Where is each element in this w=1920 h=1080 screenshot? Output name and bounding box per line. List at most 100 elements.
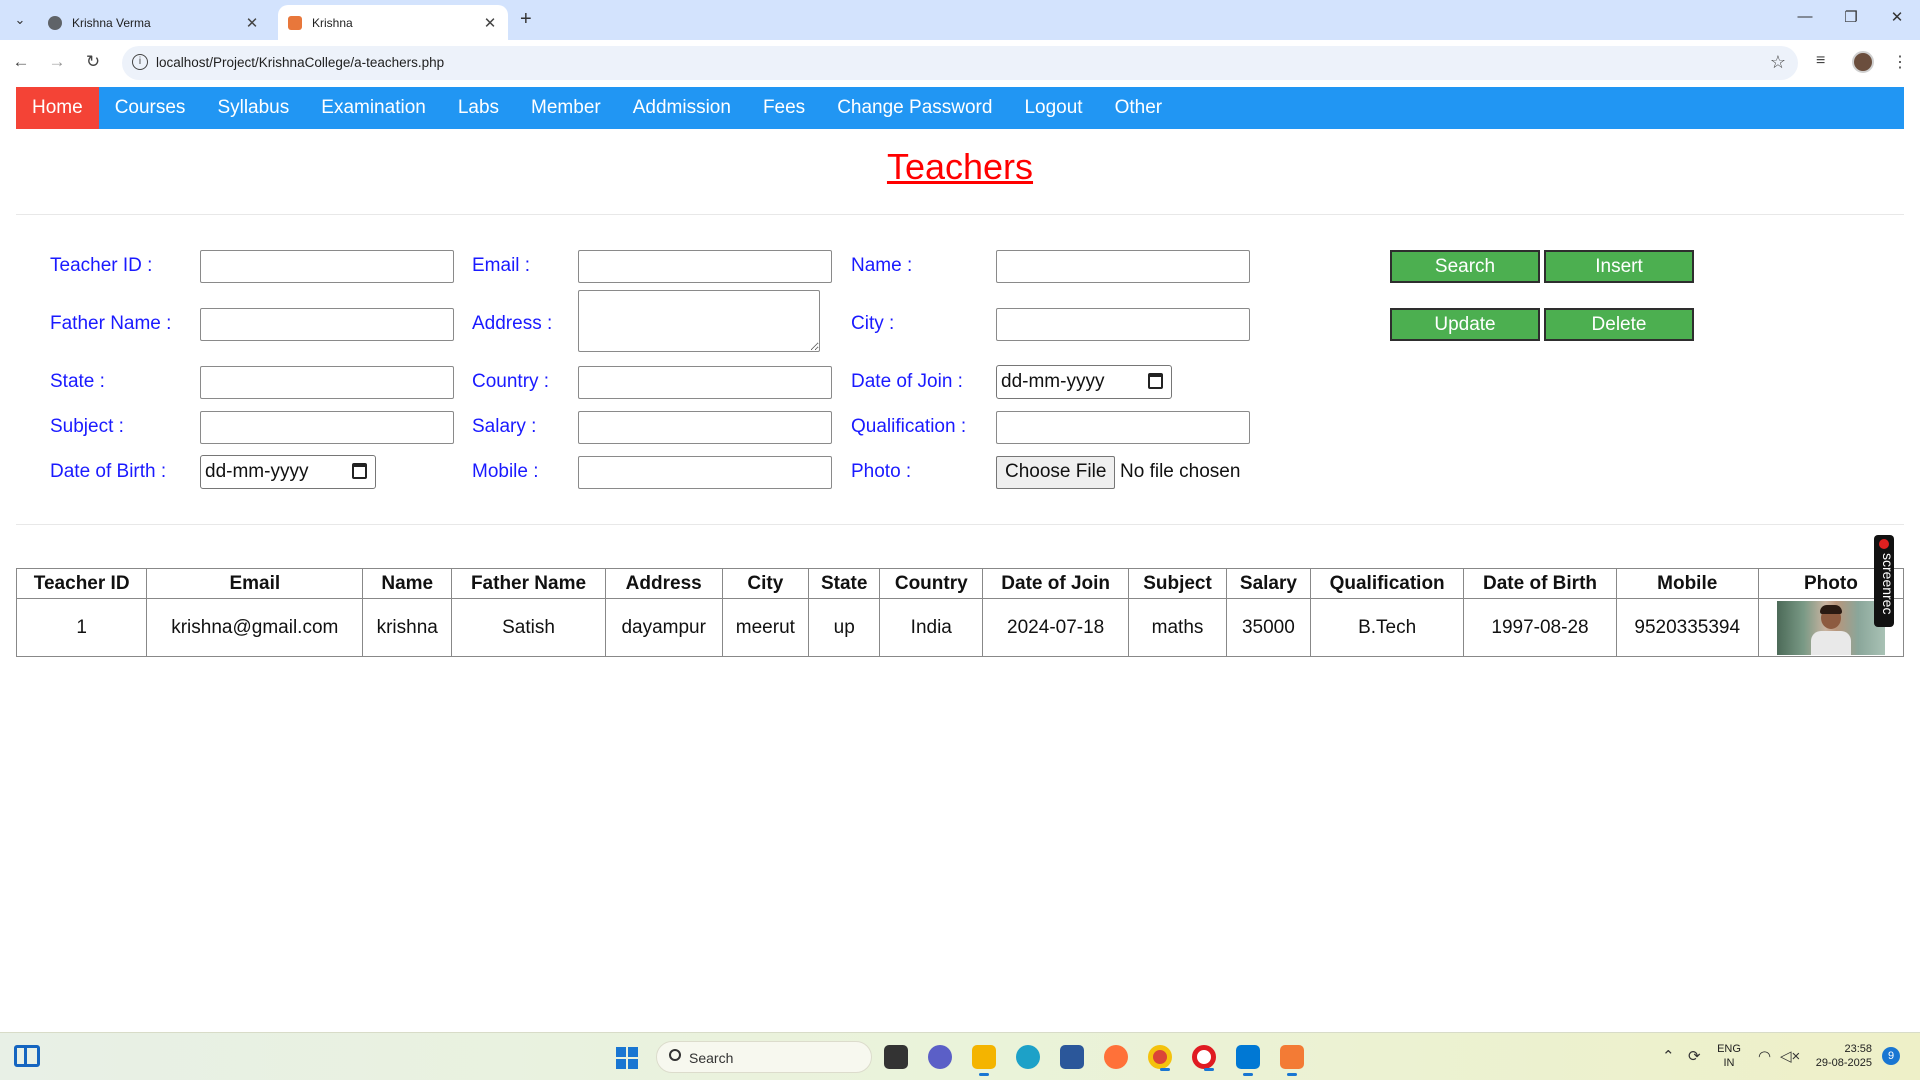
photo-person-body — [1810, 630, 1851, 655]
close-icon[interactable]: ✕ — [244, 14, 260, 32]
address-textarea[interactable] — [578, 290, 820, 352]
site-info-icon[interactable]: i — [132, 54, 148, 70]
cell-qualification: B.Tech — [1309, 598, 1465, 657]
screenrec-widget[interactable]: screenrec — [1874, 535, 1896, 627]
new-tab-plus-icon[interactable]: + — [520, 8, 532, 31]
opera-icon[interactable] — [1192, 1045, 1216, 1071]
cell-address: dayampur — [604, 598, 723, 657]
name-input[interactable] — [996, 250, 1250, 283]
state-input[interactable] — [200, 366, 454, 399]
teachers-table: Teacher ID Email Name Father Name Addres… — [15, 568, 1905, 657]
city-input[interactable] — [996, 308, 1250, 341]
insert-button[interactable]: Insert — [1544, 250, 1694, 283]
taskbar-search-box[interactable]: Search — [656, 1041, 872, 1073]
cell-date-of-join: 2024-07-18 — [982, 598, 1130, 657]
cell-father-name: Satish — [451, 598, 606, 657]
xampp-icon[interactable] — [1280, 1045, 1304, 1076]
notification-badge[interactable]: 9 — [1882, 1047, 1900, 1065]
address-bar[interactable]: i localhost/Project/KrishnaCollege/a-tea… — [122, 46, 1798, 80]
more-menu-icon[interactable]: ⋮ — [1892, 52, 1908, 72]
date-of-birth-input[interactable]: dd-mm-yyyy — [200, 455, 376, 489]
bookmark-star-icon[interactable]: ☆ — [1770, 52, 1786, 73]
date-of-join-input[interactable]: dd-mm-yyyy — [996, 365, 1172, 399]
father-name-label: Father Name : — [50, 313, 172, 334]
nav-home[interactable]: Home — [16, 87, 99, 129]
calendar-icon[interactable] — [1148, 373, 1163, 389]
cell-name: krishna — [362, 598, 453, 657]
widgets-icon[interactable] — [14, 1045, 40, 1067]
back-arrow-icon[interactable]: ← — [10, 52, 32, 72]
language-code[interactable]: ENG — [1716, 1043, 1742, 1055]
close-icon[interactable]: ✕ — [482, 14, 498, 32]
wifi-icon[interactable]: ◠ — [1758, 1047, 1771, 1065]
browser-tab-krishna[interactable]: Krishna ✕ — [278, 5, 508, 40]
column-header: Name — [362, 568, 453, 599]
media-control-icon[interactable]: ≡ — [1816, 52, 1825, 70]
edge-browser-icon[interactable] — [1016, 1045, 1040, 1069]
salary-label: Salary : — [472, 416, 537, 437]
nav-courses[interactable]: Courses — [99, 87, 202, 129]
teams-chat-icon[interactable] — [928, 1045, 952, 1069]
nav-change-password[interactable]: Change Password — [821, 87, 1008, 129]
nav-syllabus[interactable]: Syllabus — [201, 87, 305, 129]
column-header: State — [808, 568, 881, 599]
vscode-icon[interactable] — [1236, 1045, 1260, 1076]
email-input[interactable] — [578, 250, 832, 283]
teacher-id-input[interactable] — [200, 250, 454, 283]
chevron-up-icon[interactable]: ⌃ — [1662, 1047, 1675, 1065]
chrome-icon[interactable] — [1148, 1045, 1172, 1071]
choose-file-button[interactable]: Choose File — [996, 456, 1116, 489]
qualification-input[interactable] — [996, 411, 1250, 444]
search-button[interactable]: Search — [1390, 250, 1540, 283]
salary-input[interactable] — [578, 411, 832, 444]
firefox-icon[interactable] — [1104, 1045, 1128, 1069]
nav-addmission[interactable]: Addmission — [617, 87, 747, 129]
microsoft-store-icon[interactable] — [1060, 1045, 1084, 1069]
speaker-muted-icon[interactable]: ◁× — [1780, 1047, 1800, 1065]
restore-icon[interactable]: ❐ — [1836, 8, 1866, 26]
sync-icon[interactable]: ⟳ — [1688, 1047, 1701, 1065]
nav-fees[interactable]: Fees — [747, 87, 821, 129]
nav-member[interactable]: Member — [515, 87, 617, 129]
table-row[interactable]: 1 krishna@gmail.com krishna Satish dayam… — [15, 598, 1905, 657]
update-button[interactable]: Update — [1390, 308, 1540, 341]
calendar-icon[interactable] — [352, 463, 367, 479]
column-header: Date of Birth — [1463, 568, 1617, 599]
page-title: Teachers — [886, 146, 1034, 187]
language-region[interactable]: IN — [1716, 1057, 1742, 1069]
qualification-label: Qualification : — [851, 416, 967, 437]
column-header: Address — [604, 568, 723, 599]
tab-search-chevron-icon[interactable]: ⌄ — [10, 10, 30, 30]
email-label: Email : — [472, 255, 531, 276]
cell-email: krishna@gmail.com — [146, 598, 364, 657]
minimize-icon[interactable]: — — [1790, 8, 1820, 25]
nav-logout[interactable]: Logout — [1008, 87, 1098, 129]
column-header: Father Name — [451, 568, 606, 599]
windows-start-icon[interactable] — [616, 1047, 638, 1069]
nav-other[interactable]: Other — [1099, 87, 1179, 129]
taskbar-search-label: Search — [689, 1050, 734, 1066]
browser-tab-krishna-verma[interactable]: Krishna Verma ✕ — [38, 5, 270, 40]
browser-tab-bar: ⌄ Krishna Verma ✕ Krishna ✕ + — ❐ ✕ — [0, 0, 1920, 40]
url-text[interactable]: localhost/Project/KrishnaCollege/a-teach… — [156, 55, 444, 70]
forward-arrow-icon[interactable]: → — [46, 52, 68, 72]
file-status-text: No file chosen — [1120, 461, 1241, 482]
file-explorer-icon[interactable] — [972, 1045, 996, 1076]
subject-input[interactable] — [200, 411, 454, 444]
window-close-icon[interactable]: ✕ — [1882, 8, 1912, 26]
clock-date[interactable]: 29-08-2025 — [1810, 1057, 1872, 1069]
divider — [16, 214, 1904, 215]
record-dot-icon — [1879, 539, 1889, 549]
cell-date-of-birth: 1997-08-28 — [1463, 598, 1617, 657]
site-navbar: Home Courses Syllabus Examination Labs M… — [16, 87, 1904, 129]
father-name-input[interactable] — [200, 308, 454, 341]
avatar[interactable] — [1852, 51, 1874, 73]
nav-labs[interactable]: Labs — [442, 87, 515, 129]
nav-examination[interactable]: Examination — [305, 87, 442, 129]
mobile-input[interactable] — [578, 456, 832, 489]
clock-time[interactable]: 23:58 — [1810, 1043, 1872, 1055]
country-input[interactable] — [578, 366, 832, 399]
task-view-icon[interactable] — [884, 1045, 908, 1069]
reload-icon[interactable]: ↻ — [82, 52, 104, 72]
delete-button[interactable]: Delete — [1544, 308, 1694, 341]
